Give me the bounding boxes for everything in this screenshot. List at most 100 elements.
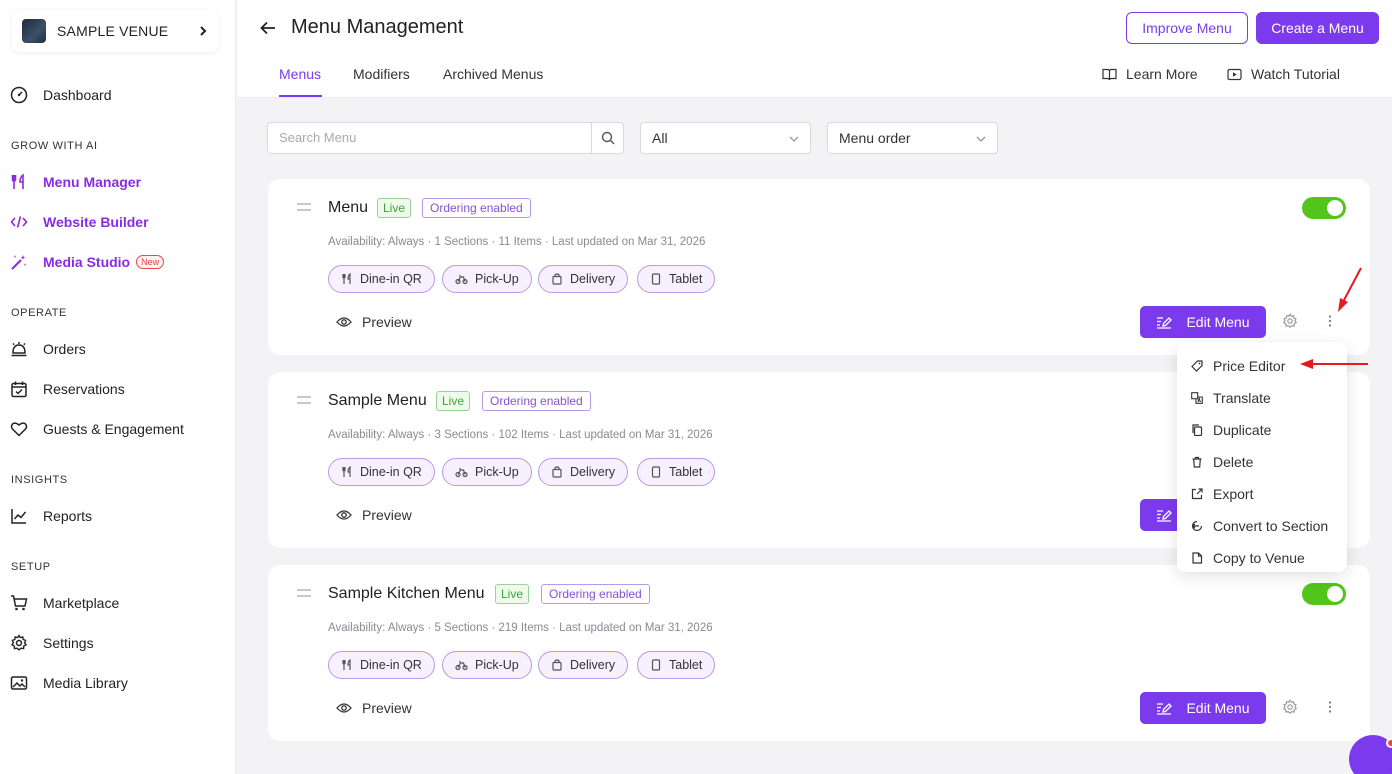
- section-heading-setup: SETUP: [11, 561, 51, 573]
- preview-label: Preview: [362, 314, 412, 330]
- sidebar-label: Website Builder: [43, 214, 149, 230]
- sidebar-label: Dashboard: [43, 87, 112, 103]
- menu-title: Menu: [328, 199, 369, 216]
- preview-button[interactable]: Preview: [336, 314, 412, 330]
- improve-menu-button[interactable]: Improve Menu: [1126, 12, 1248, 44]
- channel-chip-delivery[interactable]: Delivery: [538, 651, 629, 679]
- menu-item-copy-to-venue[interactable]: Copy to Venue: [1177, 542, 1347, 574]
- chip-label: Tablet: [669, 272, 703, 286]
- menu-item-label: Duplicate: [1213, 422, 1272, 438]
- page-header: Menu Management Improve Menu Create a Me…: [237, 0, 1392, 98]
- sidebar-item-dashboard[interactable]: Dashboard: [10, 83, 112, 107]
- chip-label: Dine-in QR: [360, 465, 422, 479]
- ordering-enabled-badge: Ordering enabled: [482, 391, 591, 411]
- edit-icon: [1157, 510, 1173, 522]
- channel-chip-delivery[interactable]: Delivery: [538, 458, 629, 486]
- ordering-enabled-badge: Ordering enabled: [422, 198, 531, 218]
- edit-menu-button[interactable]: Edit Menu: [1140, 306, 1266, 338]
- live-badge: Live: [495, 584, 530, 604]
- menu-meta: Availability: Always · 3 Sections · 102 …: [328, 429, 713, 441]
- chevron-right-icon: [200, 26, 207, 36]
- section-heading-insights: INSIGHTS: [11, 474, 68, 486]
- channel-chip-delivery[interactable]: Delivery: [538, 265, 629, 293]
- menu-item-convert-to-section[interactable]: Convert to Section: [1177, 510, 1347, 542]
- search-icon: [601, 131, 614, 145]
- translate-icon: [1191, 392, 1203, 404]
- menu-item-price-editor[interactable]: Price Editor: [1177, 350, 1347, 382]
- learn-more-link[interactable]: Learn More: [1102, 66, 1198, 82]
- drag-handle-icon[interactable]: [297, 589, 311, 597]
- more-options-icon[interactable]: [1326, 313, 1334, 329]
- search-box: [267, 122, 624, 154]
- search-button[interactable]: [591, 123, 623, 153]
- channel-chip-pickup[interactable]: Pick-Up: [442, 651, 532, 679]
- menu-item-translate[interactable]: Translate: [1177, 382, 1347, 414]
- back-arrow-icon[interactable]: [259, 19, 277, 37]
- channel-chip-dine-in[interactable]: Dine-in QR: [328, 651, 435, 679]
- menu-item-duplicate[interactable]: Duplicate: [1177, 414, 1347, 446]
- tab-archived-menus[interactable]: Archived Menus: [443, 66, 543, 82]
- preview-button[interactable]: Preview: [336, 507, 412, 523]
- gear-icon[interactable]: [1282, 699, 1298, 715]
- chip-label: Pick-Up: [475, 465, 519, 479]
- sidebar-item-guests[interactable]: Guests & Engagement: [10, 417, 184, 441]
- channel-chip-dine-in[interactable]: Dine-in QR: [328, 265, 435, 293]
- sidebar-item-website-builder[interactable]: Website Builder: [10, 210, 149, 234]
- venue-switcher[interactable]: SAMPLE VENUE: [12, 10, 219, 52]
- fork-knife-icon: [10, 173, 28, 191]
- sidebar-item-menu-manager[interactable]: Menu Manager: [10, 170, 141, 194]
- pickup-icon: [455, 274, 468, 285]
- sidebar-item-settings[interactable]: Settings: [10, 631, 94, 655]
- menu-item-label: Export: [1213, 486, 1254, 502]
- menu-active-toggle[interactable]: [1302, 197, 1346, 219]
- edit-icon: [1157, 317, 1173, 329]
- menu-item-export[interactable]: Export: [1177, 478, 1347, 510]
- create-menu-button[interactable]: Create a Menu: [1256, 12, 1379, 44]
- edit-menu-button[interactable]: Edit Menu: [1140, 692, 1266, 724]
- channel-chip-tablet[interactable]: Tablet: [637, 265, 716, 293]
- search-input[interactable]: [279, 130, 579, 145]
- section-heading-grow: GROW WITH AI: [11, 140, 98, 152]
- gear-icon[interactable]: [1282, 313, 1298, 329]
- watch-tutorial-link[interactable]: Watch Tutorial: [1227, 66, 1340, 82]
- trash-icon: [1192, 456, 1202, 468]
- menu-item-delete[interactable]: Delete: [1177, 446, 1347, 478]
- chevron-down-icon: [976, 136, 986, 142]
- sidebar-item-orders[interactable]: Orders: [10, 337, 86, 361]
- channel-chip-tablet[interactable]: Tablet: [637, 651, 716, 679]
- sidebar-item-media-studio[interactable]: Media Studio New: [10, 250, 165, 274]
- code-icon: [10, 213, 28, 231]
- status-filter-select[interactable]: All: [640, 122, 811, 154]
- convert-icon: [1191, 520, 1203, 532]
- sort-order-value: Menu order: [839, 130, 911, 146]
- tablet-icon: [651, 659, 661, 671]
- bag-icon: [552, 659, 562, 671]
- tab-menus[interactable]: Menus: [279, 66, 321, 82]
- sort-order-select[interactable]: Menu order: [827, 122, 998, 154]
- channel-chip-pickup[interactable]: Pick-Up: [442, 265, 532, 293]
- drag-handle-icon[interactable]: [297, 203, 311, 211]
- chip-label: Tablet: [669, 465, 703, 479]
- tab-modifiers[interactable]: Modifiers: [353, 66, 410, 82]
- venue-name: SAMPLE VENUE: [57, 23, 169, 39]
- sidebar-label: Menu Manager: [43, 174, 142, 190]
- eye-icon: [336, 317, 352, 327]
- channel-chip-dine-in[interactable]: Dine-in QR: [328, 458, 435, 486]
- menu-active-toggle[interactable]: [1302, 583, 1346, 605]
- export-icon: [1191, 488, 1203, 500]
- channel-chip-tablet[interactable]: Tablet: [637, 458, 716, 486]
- sidebar-item-reservations[interactable]: Reservations: [10, 377, 125, 401]
- edit-menu-label: Edit Menu: [1186, 314, 1250, 330]
- drag-handle-icon[interactable]: [297, 396, 311, 404]
- sidebar-item-marketplace[interactable]: Marketplace: [10, 591, 119, 615]
- sidebar-label: Reservations: [43, 381, 125, 397]
- magic-wand-icon: [10, 253, 28, 271]
- menu-item-label: Copy to Venue: [1213, 550, 1305, 566]
- active-tab-indicator: [279, 95, 322, 97]
- sidebar-item-reports[interactable]: Reports: [10, 504, 92, 528]
- sidebar-item-media-library[interactable]: Media Library: [10, 671, 128, 695]
- channel-chip-pickup[interactable]: Pick-Up: [442, 458, 532, 486]
- more-options-icon[interactable]: [1326, 699, 1334, 715]
- live-badge: Live: [436, 391, 471, 411]
- preview-button[interactable]: Preview: [336, 700, 412, 716]
